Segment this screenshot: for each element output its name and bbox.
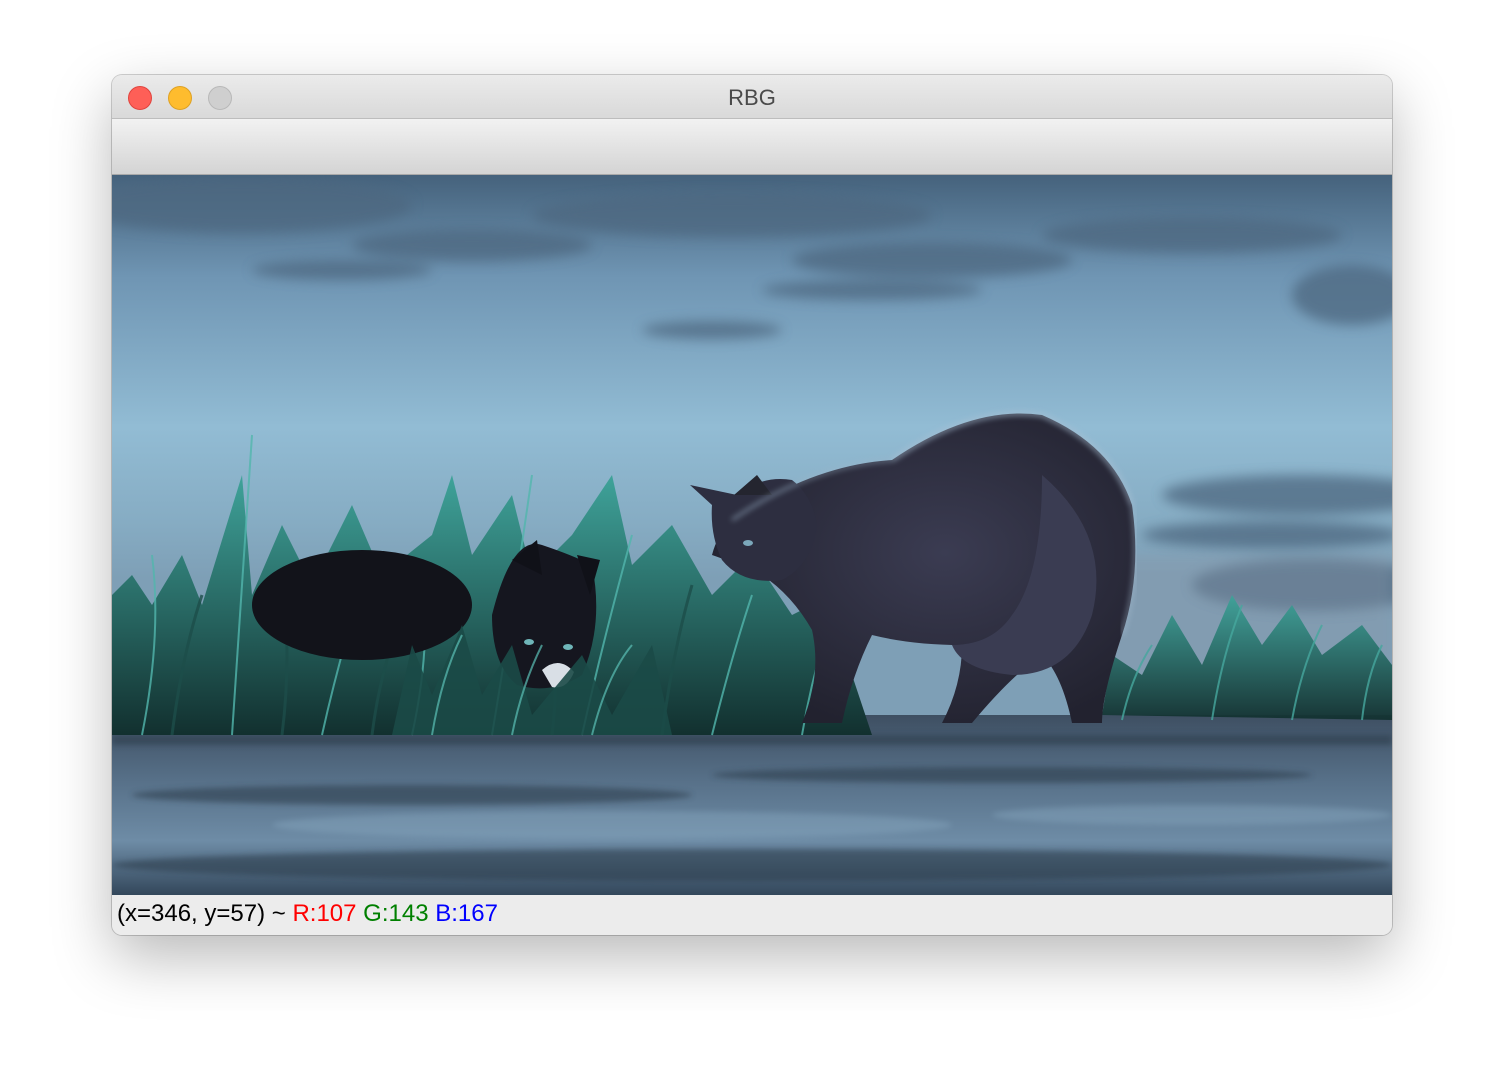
- title-bar[interactable]: RBG: [112, 75, 1392, 119]
- app-window: RBG (x=346, y=57) ~ R:107 G:143 B:167: [112, 75, 1392, 935]
- window-title: RBG: [728, 85, 776, 110]
- green-value: G:143: [363, 900, 429, 927]
- red-value: R:107: [292, 900, 357, 927]
- cursor-coordinates: (x=346, y=57) ~: [117, 900, 286, 927]
- toolbar: [112, 119, 1392, 175]
- status-bar: (x=346, y=57) ~ R:107 G:143 B:167: [112, 895, 1392, 935]
- image-canvas[interactable]: [112, 175, 1392, 895]
- blue-value: B:167: [435, 900, 498, 927]
- photo-image[interactable]: [112, 175, 1392, 895]
